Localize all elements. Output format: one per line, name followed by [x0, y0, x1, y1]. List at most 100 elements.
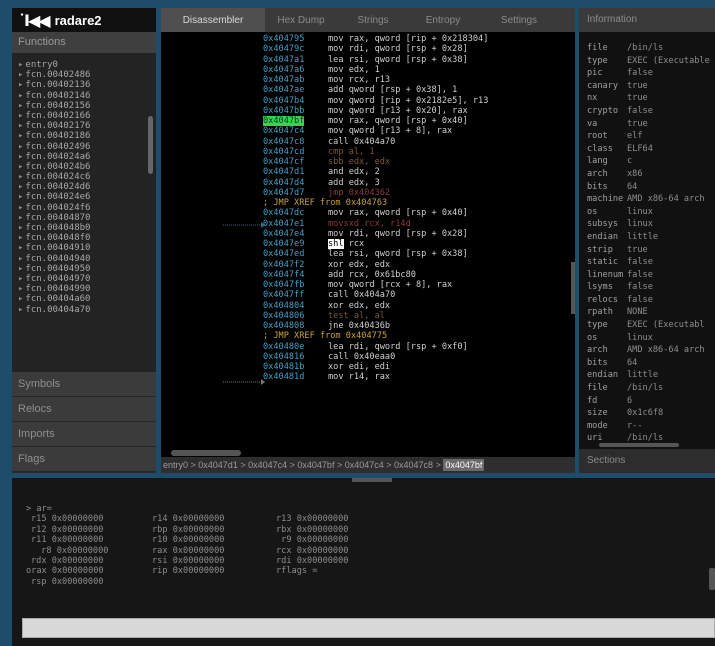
sections-header[interactable]: Sections [579, 449, 715, 473]
tab-strings[interactable]: Strings [337, 8, 409, 32]
instruction-address[interactable]: 0x4047ab [263, 75, 304, 85]
instruction-address[interactable]: 0x4047bf [263, 116, 305, 127]
breadcrumb-item[interactable]: 0x4047d1 [198, 460, 238, 470]
function-item[interactable]: ▸ fcn.004024e6 [12, 192, 156, 202]
sidebar-section-symbols[interactable]: Symbols [12, 372, 156, 397]
expand-arrow-icon[interactable]: ▸ [18, 182, 23, 192]
expand-arrow-icon[interactable]: ▸ [18, 101, 23, 111]
instruction-address[interactable]: 0x4047ae [263, 85, 304, 95]
expand-arrow-icon[interactable]: ▸ [18, 213, 23, 223]
functions-scrollbar[interactable] [148, 116, 153, 174]
instruction-address[interactable]: 0x4047cf [263, 157, 304, 167]
function-item[interactable]: ▸ fcn.004024a6 [12, 152, 156, 162]
expand-arrow-icon[interactable]: ▸ [18, 243, 23, 253]
instruction-address[interactable]: 0x4047d7 [263, 188, 304, 198]
function-item[interactable]: ▸ fcn.00402186 [12, 131, 156, 141]
function-item[interactable]: ▸ fcn.004024d6 [12, 182, 156, 192]
instruction-address[interactable]: 0x4047c8 [263, 137, 304, 147]
sidebar-section-relocs[interactable]: Relocs [12, 397, 156, 422]
breadcrumb-item[interactable]: 0x4047bf [297, 460, 334, 470]
expand-arrow-icon[interactable]: ▸ [18, 111, 23, 121]
instruction-address[interactable]: 0x4047cd [263, 147, 304, 157]
expand-arrow-icon[interactable]: ▸ [18, 91, 23, 101]
instruction-address[interactable]: 0x4047e1 [263, 219, 304, 229]
breadcrumb-item[interactable]: entry0 [163, 460, 188, 470]
function-item[interactable]: ▸ fcn.00402166 [12, 111, 156, 121]
instruction-address[interactable]: 0x4047a1 [263, 55, 304, 65]
expand-arrow-icon[interactable]: ▸ [18, 142, 23, 152]
expand-arrow-icon[interactable]: ▸ [18, 294, 23, 304]
panel-splitter-handle[interactable] [352, 478, 392, 482]
function-item[interactable]: ▸ fcn.004024c6 [12, 172, 156, 182]
expand-arrow-icon[interactable]: ▸ [18, 274, 23, 284]
expand-arrow-icon[interactable]: ▸ [18, 233, 23, 243]
function-item[interactable]: ▸ fcn.00404a70 [12, 305, 156, 315]
expand-arrow-icon[interactable]: ▸ [18, 121, 23, 131]
instruction-address[interactable]: 0x40479c [263, 44, 304, 54]
function-item[interactable]: ▸ fcn.00402496 [12, 142, 156, 152]
instruction-address[interactable]: 0x4047dc [263, 208, 304, 218]
instruction-address[interactable]: 0x4047d4 [263, 178, 304, 188]
function-item[interactable]: ▸ entry0 [12, 60, 156, 70]
instruction-address[interactable]: 0x404816 [263, 352, 304, 362]
disassembly-view[interactable]: 0x404795 mov rax, qword [rip + 0x218304] 0… [161, 32, 575, 449]
instruction-address[interactable]: 0x4047a6 [263, 65, 304, 75]
function-item[interactable]: ▸ fcn.004048b0 [12, 223, 156, 233]
function-item[interactable]: ▸ fcn.00402156 [12, 101, 156, 111]
breadcrumb-item[interactable]: 0x4047c4 [345, 460, 384, 470]
breadcrumb-item[interactable]: 0x4047c8 [394, 460, 433, 470]
function-item[interactable]: ▸ fcn.004024b6 [12, 162, 156, 172]
functions-header[interactable]: Functions [12, 32, 156, 54]
instruction-address[interactable]: 0x404806 [263, 311, 304, 321]
expand-arrow-icon[interactable]: ▸ [18, 172, 23, 182]
instruction-address[interactable]: 0x404795 [263, 34, 304, 44]
instruction-address[interactable]: 0x40481d [263, 372, 304, 382]
expand-arrow-icon[interactable]: ▸ [18, 192, 23, 202]
instruction-address[interactable]: 0x4047b4 [263, 96, 304, 106]
expand-arrow-icon[interactable]: ▸ [18, 264, 23, 274]
expand-arrow-icon[interactable]: ▸ [18, 80, 23, 90]
sidebar-section-imports[interactable]: Imports [12, 422, 156, 447]
sidebar-section-flags[interactable]: Flags [12, 447, 156, 472]
instruction-address[interactable]: 0x404808 [263, 321, 304, 331]
tab-entropy[interactable]: Entropy [409, 8, 477, 32]
expand-arrow-icon[interactable]: ▸ [18, 284, 23, 294]
expand-arrow-icon[interactable]: ▸ [18, 223, 23, 233]
function-item[interactable]: ▸ fcn.00402176 [12, 121, 156, 131]
function-item[interactable]: ▸ fcn.004048f0 [12, 233, 156, 243]
information-scrollbar[interactable] [599, 443, 679, 447]
function-item[interactable]: ▸ fcn.00404940 [12, 254, 156, 264]
expand-arrow-icon[interactable]: ▸ [18, 131, 23, 141]
tab-disassembler[interactable]: Disassembler [161, 8, 265, 32]
expand-arrow-icon[interactable]: ▸ [18, 305, 23, 315]
function-item[interactable]: ▸ fcn.00402136 [12, 80, 156, 90]
expand-arrow-icon[interactable]: ▸ [18, 70, 23, 80]
function-item[interactable]: ▸ fcn.00402146 [12, 91, 156, 101]
expand-arrow-icon[interactable]: ▸ [18, 162, 23, 172]
expand-arrow-icon[interactable]: ▸ [18, 60, 23, 70]
terminal-scrollbar[interactable] [709, 568, 715, 590]
instruction-address[interactable]: 0x4047ff [263, 290, 304, 300]
information-header[interactable]: Information [579, 8, 715, 32]
function-item[interactable]: ▸ fcn.004024f6 [12, 203, 156, 213]
expand-arrow-icon[interactable]: ▸ [18, 152, 23, 162]
disassembly-vertical-scrollbar[interactable] [571, 262, 575, 314]
instruction-address[interactable]: 0x4047d1 [263, 167, 304, 177]
command-input[interactable] [22, 618, 715, 638]
breadcrumb-item[interactable]: 0x4047bf [443, 459, 485, 471]
disassembly-horizontal-scrollbar[interactable] [171, 450, 241, 456]
function-item[interactable]: ▸ fcn.00404910 [12, 243, 156, 253]
expand-arrow-icon[interactable]: ▸ [18, 203, 23, 213]
function-item[interactable]: ▸ fcn.00404990 [12, 284, 156, 294]
tab-settings[interactable]: Settings [477, 8, 561, 32]
instruction-address[interactable]: 0x4047fb [263, 280, 304, 290]
function-item[interactable]: ▸ fcn.00404a60 [12, 294, 156, 304]
instruction-address[interactable]: 0x40481b [263, 362, 304, 372]
function-item[interactable]: ▸ fcn.00404970 [12, 274, 156, 284]
instruction-address[interactable]: 0x404804 [263, 301, 304, 311]
instruction-address[interactable]: 0x40480e [263, 342, 304, 352]
function-item[interactable]: ▸ fcn.00404950 [12, 264, 156, 274]
breadcrumb-item[interactable]: 0x4047c4 [248, 460, 287, 470]
instruction-address[interactable]: 0x4047e4 [263, 229, 304, 239]
function-item[interactable]: ▸ fcn.00404870 [12, 213, 156, 223]
